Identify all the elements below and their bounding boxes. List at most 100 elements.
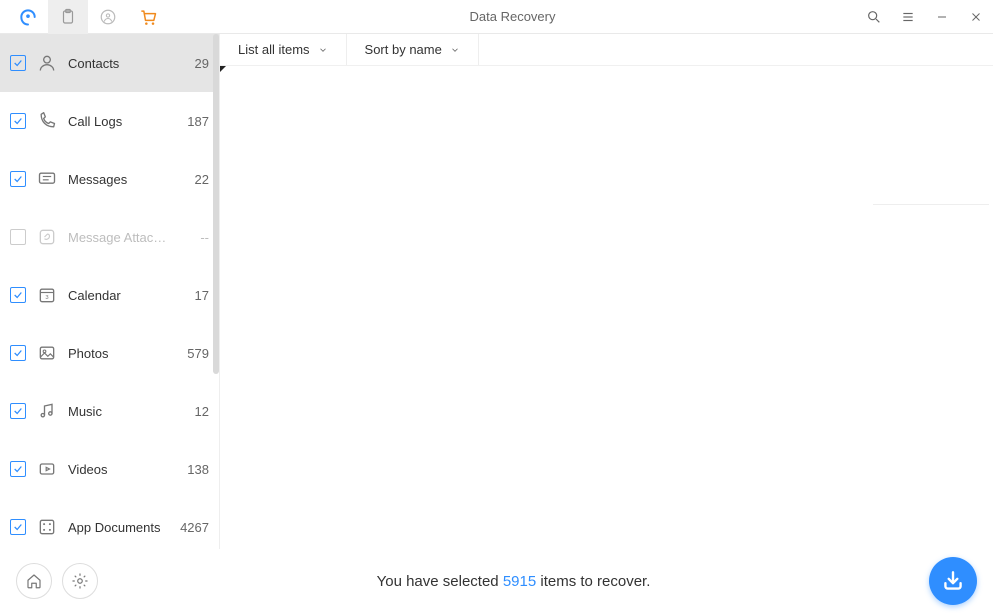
message-icon: [36, 168, 58, 190]
sort-label: Sort by name: [365, 42, 442, 57]
check-icon: [13, 290, 23, 300]
checkbox[interactable]: [10, 345, 26, 361]
category-count: --: [179, 230, 209, 245]
sidebar-item-message-attachments[interactable]: Message Attach... --: [0, 208, 219, 266]
video-icon: [36, 458, 58, 480]
category-label: Calendar: [68, 288, 169, 303]
category-list: Contacts 29 Call Logs 187 Messages 22: [0, 34, 219, 549]
clipboard-icon: [59, 8, 77, 26]
attachment-icon: [36, 226, 58, 248]
summary-count: 5915: [503, 573, 536, 590]
title-bar-left: [0, 0, 168, 34]
recover-button[interactable]: [929, 557, 977, 605]
selection-summary: You have selected 5915 items to recover.: [98, 573, 929, 590]
sidebar-item-calendar[interactable]: 3 Calendar 17: [0, 266, 219, 324]
checkbox[interactable]: [10, 287, 26, 303]
category-count: 579: [179, 346, 209, 361]
device-mode-button[interactable]: [48, 0, 88, 34]
minimize-icon: [936, 11, 948, 23]
check-icon: [13, 348, 23, 358]
category-label: Call Logs: [68, 114, 169, 129]
hamburger-icon: [901, 10, 915, 24]
filter-label: List all items: [238, 42, 310, 57]
filter-dropdown[interactable]: List all items: [220, 34, 347, 65]
check-icon: [13, 406, 23, 416]
main-pane: List all items Sort by name: [220, 34, 993, 549]
chevron-down-icon: [318, 45, 328, 55]
home-button[interactable]: [16, 563, 52, 599]
checkbox[interactable]: [10, 519, 26, 535]
checkbox[interactable]: [10, 229, 26, 245]
sort-dropdown[interactable]: Sort by name: [347, 34, 479, 65]
checkbox[interactable]: [10, 171, 26, 187]
checkbox[interactable]: [10, 113, 26, 129]
chevron-down-icon: [450, 45, 460, 55]
category-label: Message Attach...: [68, 230, 169, 245]
category-count: 4267: [179, 520, 209, 535]
phonerescue-logo-icon: [18, 7, 38, 27]
sidebar-item-contacts[interactable]: Contacts 29: [0, 34, 219, 92]
category-sidebar: Contacts 29 Call Logs 187 Messages 22: [0, 34, 220, 549]
sidebar-item-call-logs[interactable]: Call Logs 187: [0, 92, 219, 150]
footer-left: [16, 563, 98, 599]
summary-prefix: You have selected: [377, 573, 503, 590]
sidebar-item-videos[interactable]: Videos 138: [0, 440, 219, 498]
check-icon: [13, 58, 23, 68]
lock-person-icon: [99, 8, 117, 26]
svg-text:3: 3: [45, 295, 48, 301]
close-icon: [970, 11, 982, 23]
checkbox[interactable]: [10, 55, 26, 71]
divider: [873, 204, 989, 205]
check-icon: [13, 116, 23, 126]
sidebar-item-messages[interactable]: Messages 22: [0, 150, 219, 208]
music-icon: [36, 400, 58, 422]
sidebar-item-music[interactable]: Music 12: [0, 382, 219, 440]
download-icon: [940, 568, 966, 594]
close-button[interactable]: [959, 0, 993, 34]
content-area: [220, 66, 993, 549]
search-icon: [866, 9, 882, 25]
cart-button[interactable]: [128, 0, 168, 34]
category-count: 138: [179, 462, 209, 477]
check-icon: [13, 174, 23, 184]
checkbox[interactable]: [10, 403, 26, 419]
cart-icon: [138, 7, 158, 27]
settings-button[interactable]: [62, 563, 98, 599]
minimize-button[interactable]: [925, 0, 959, 34]
category-label: Messages: [68, 172, 169, 187]
summary-suffix: items to recover.: [536, 573, 650, 590]
check-icon: [13, 464, 23, 474]
category-label: App Documents: [68, 520, 169, 535]
home-icon: [25, 572, 43, 590]
category-count: 187: [179, 114, 209, 129]
account-button[interactable]: [88, 0, 128, 34]
document-icon: [36, 516, 58, 538]
category-label: Videos: [68, 462, 169, 477]
phone-icon: [36, 110, 58, 132]
category-label: Music: [68, 404, 169, 419]
category-label: Photos: [68, 346, 169, 361]
photo-icon: [36, 342, 58, 364]
search-button[interactable]: [857, 0, 891, 34]
body: Contacts 29 Call Logs 187 Messages 22: [0, 34, 993, 549]
category-count: 17: [179, 288, 209, 303]
sidebar-item-app-documents[interactable]: App Documents 4267: [0, 498, 219, 549]
sidebar-item-photos[interactable]: Photos 579: [0, 324, 219, 382]
sidebar-scrollbar[interactable]: [213, 34, 219, 374]
check-icon: [13, 522, 23, 532]
person-icon: [36, 52, 58, 74]
title-bar: Data Recovery: [0, 0, 993, 34]
window-title: Data Recovery: [168, 9, 857, 24]
corner-mark-icon: [220, 66, 226, 72]
calendar-icon: 3: [36, 284, 58, 306]
app-window: Data Recovery Contacts: [0, 0, 993, 613]
menu-button[interactable]: [891, 0, 925, 34]
category-count: 29: [179, 56, 209, 71]
checkbox[interactable]: [10, 461, 26, 477]
logo-button[interactable]: [8, 0, 48, 34]
title-bar-right: [857, 0, 993, 34]
footer-bar: You have selected 5915 items to recover.: [0, 549, 993, 613]
footer-right: [929, 557, 977, 605]
gear-icon: [71, 572, 89, 590]
category-count: 22: [179, 172, 209, 187]
